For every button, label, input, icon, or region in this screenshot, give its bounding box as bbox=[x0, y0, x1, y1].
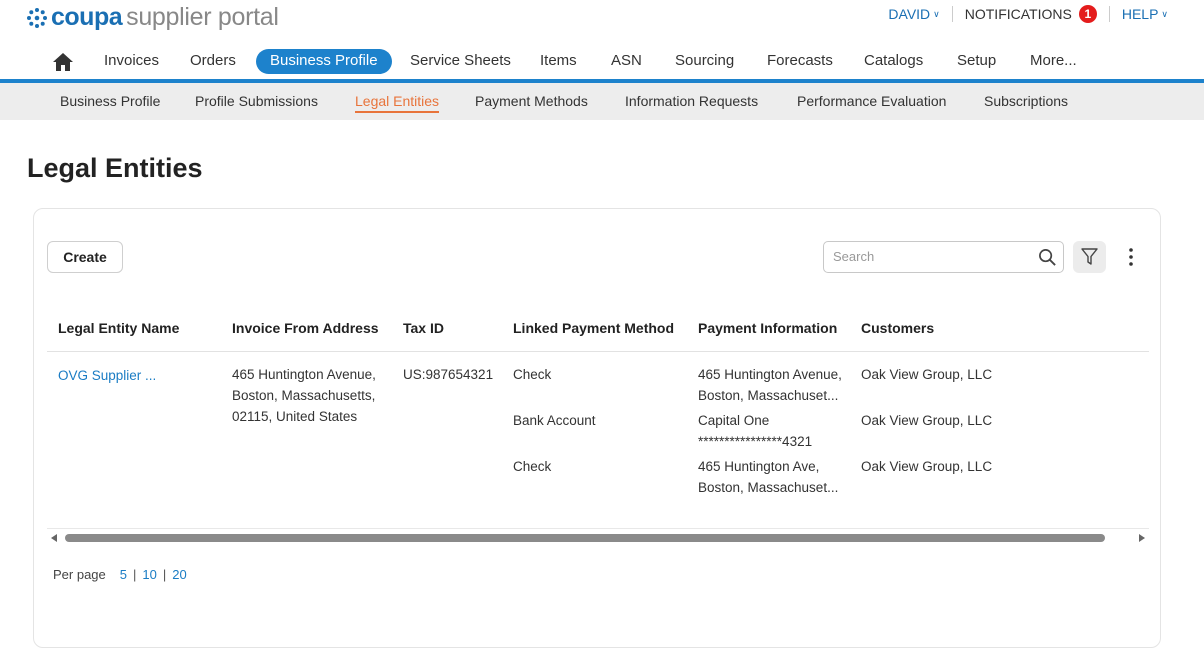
coupa-logo-icon bbox=[27, 7, 47, 28]
notifications-link[interactable]: NOTIFICATIONS 1 bbox=[965, 5, 1097, 23]
row-divider bbox=[47, 528, 1149, 529]
subnav-business-profile[interactable]: Business Profile bbox=[60, 93, 160, 109]
per-page-label: Per page bbox=[53, 567, 106, 582]
search-input[interactable] bbox=[833, 249, 1033, 264]
search-icon[interactable] bbox=[1038, 248, 1057, 267]
payment-info-line: Capital One bbox=[698, 413, 770, 428]
subnav-profile-submissions[interactable]: Profile Submissions bbox=[195, 93, 318, 109]
legal-entities-card: Create Legal Entity Name Invoice From Ad… bbox=[33, 208, 1161, 648]
subnav-payment-methods[interactable]: Payment Methods bbox=[475, 93, 588, 109]
coupa-logo[interactable]: coupa supplier portal bbox=[26, 3, 279, 32]
chevron-down-icon: ∨ bbox=[933, 8, 940, 19]
more-options-icon[interactable] bbox=[1123, 246, 1139, 268]
subnav-information-requests[interactable]: Information Requests bbox=[625, 93, 758, 109]
customer-name: Oak View Group, LLC bbox=[861, 413, 993, 428]
scrollbar-thumb[interactable] bbox=[65, 534, 1105, 542]
column-header-customers[interactable]: Customers bbox=[861, 320, 934, 336]
invoice-address-line: Boston, Massachusetts, bbox=[232, 388, 376, 403]
logo-word: coupa bbox=[51, 3, 123, 31]
nav-business-profile[interactable]: Business Profile bbox=[256, 49, 392, 74]
column-header-linked-payment-method[interactable]: Linked Payment Method bbox=[513, 320, 674, 336]
customer-name: Oak View Group, LLC bbox=[861, 367, 993, 382]
per-page-option-20[interactable]: 20 bbox=[172, 567, 186, 582]
help-menu[interactable]: HELP ∨ bbox=[1122, 6, 1168, 22]
per-page-option-10[interactable]: 10 bbox=[142, 567, 156, 582]
scroll-right-icon[interactable] bbox=[1139, 534, 1145, 542]
horizontal-scrollbar[interactable] bbox=[47, 532, 1149, 544]
tax-id: US:987654321 bbox=[403, 367, 494, 382]
column-header-payment-information[interactable]: Payment Information bbox=[698, 320, 837, 336]
filter-icon bbox=[1081, 248, 1098, 265]
nav-setup[interactable]: Setup bbox=[957, 52, 996, 69]
main-nav: Invoices Orders Business Profile Service… bbox=[0, 44, 1204, 79]
search-box bbox=[823, 241, 1064, 273]
nav-service-sheets[interactable]: Service Sheets bbox=[410, 52, 511, 69]
payment-info-line: Boston, Massachuset... bbox=[698, 388, 839, 403]
top-bar: coupa supplier portal DAVID ∨ NOTIFICATI… bbox=[0, 0, 1204, 40]
create-button[interactable]: Create bbox=[47, 241, 123, 273]
divider bbox=[951, 6, 953, 22]
column-header-tax-id[interactable]: Tax ID bbox=[403, 320, 444, 336]
header-divider bbox=[47, 351, 1149, 352]
payment-method: Check bbox=[513, 367, 552, 382]
sub-nav: Business Profile Profile Submissions Leg… bbox=[0, 83, 1204, 120]
invoice-address-line: 465 Huntington Avenue, bbox=[232, 367, 376, 382]
payment-method: Check bbox=[513, 459, 552, 474]
logo-subtitle: supplier portal bbox=[126, 3, 279, 31]
chevron-down-icon: ∨ bbox=[1161, 8, 1168, 19]
invoice-address-line: 02115, United States bbox=[232, 409, 358, 424]
nav-asn[interactable]: ASN bbox=[611, 52, 642, 69]
notifications-label: NOTIFICATIONS bbox=[964, 6, 1072, 22]
divider: | bbox=[162, 567, 167, 582]
user-name: DAVID bbox=[888, 6, 931, 22]
subnav-performance-evaluation[interactable]: Performance Evaluation bbox=[797, 93, 946, 109]
column-header-legal-entity-name[interactable]: Legal Entity Name bbox=[58, 320, 179, 336]
nav-sourcing[interactable]: Sourcing bbox=[675, 52, 734, 69]
subnav-subscriptions[interactable]: Subscriptions bbox=[984, 93, 1068, 109]
legal-entity-name-link[interactable]: OVG Supplier ... bbox=[58, 365, 156, 386]
payment-info-line: ****************4321 bbox=[698, 434, 813, 449]
payment-info-line: 465 Huntington Ave, bbox=[698, 459, 820, 474]
per-page-option-5[interactable]: 5 bbox=[120, 567, 127, 582]
notification-count-badge: 1 bbox=[1078, 5, 1097, 23]
top-right-links: DAVID ∨ NOTIFICATIONS 1 HELP ∨ bbox=[888, 5, 1168, 23]
customer-name: Oak View Group, LLC bbox=[861, 459, 993, 474]
nav-catalogs[interactable]: Catalogs bbox=[864, 52, 923, 69]
column-header-invoice-from-address[interactable]: Invoice From Address bbox=[232, 320, 379, 336]
subnav-legal-entities[interactable]: Legal Entities bbox=[355, 93, 440, 113]
divider bbox=[1108, 6, 1110, 22]
filter-button[interactable] bbox=[1073, 241, 1106, 273]
payment-info-line: Boston, Massachuset... bbox=[698, 480, 839, 495]
nav-forecasts[interactable]: Forecasts bbox=[767, 52, 833, 69]
page-title: Legal Entities bbox=[27, 153, 203, 183]
help-label: HELP bbox=[1121, 6, 1159, 22]
nav-items[interactable]: Items bbox=[540, 52, 577, 69]
nav-orders[interactable]: Orders bbox=[190, 52, 236, 69]
nav-invoices[interactable]: Invoices bbox=[104, 52, 159, 69]
divider: | bbox=[133, 567, 137, 582]
nav-more[interactable]: More... bbox=[1030, 52, 1077, 69]
per-page-selector: Per page 5 | 10 | 20 bbox=[53, 567, 187, 582]
user-menu[interactable]: DAVID ∨ bbox=[888, 6, 939, 22]
scroll-left-icon[interactable] bbox=[51, 534, 57, 542]
payment-info-line: 465 Huntington Avenue, bbox=[698, 367, 842, 382]
home-icon[interactable] bbox=[52, 52, 74, 72]
payment-method: Bank Account bbox=[513, 413, 596, 428]
